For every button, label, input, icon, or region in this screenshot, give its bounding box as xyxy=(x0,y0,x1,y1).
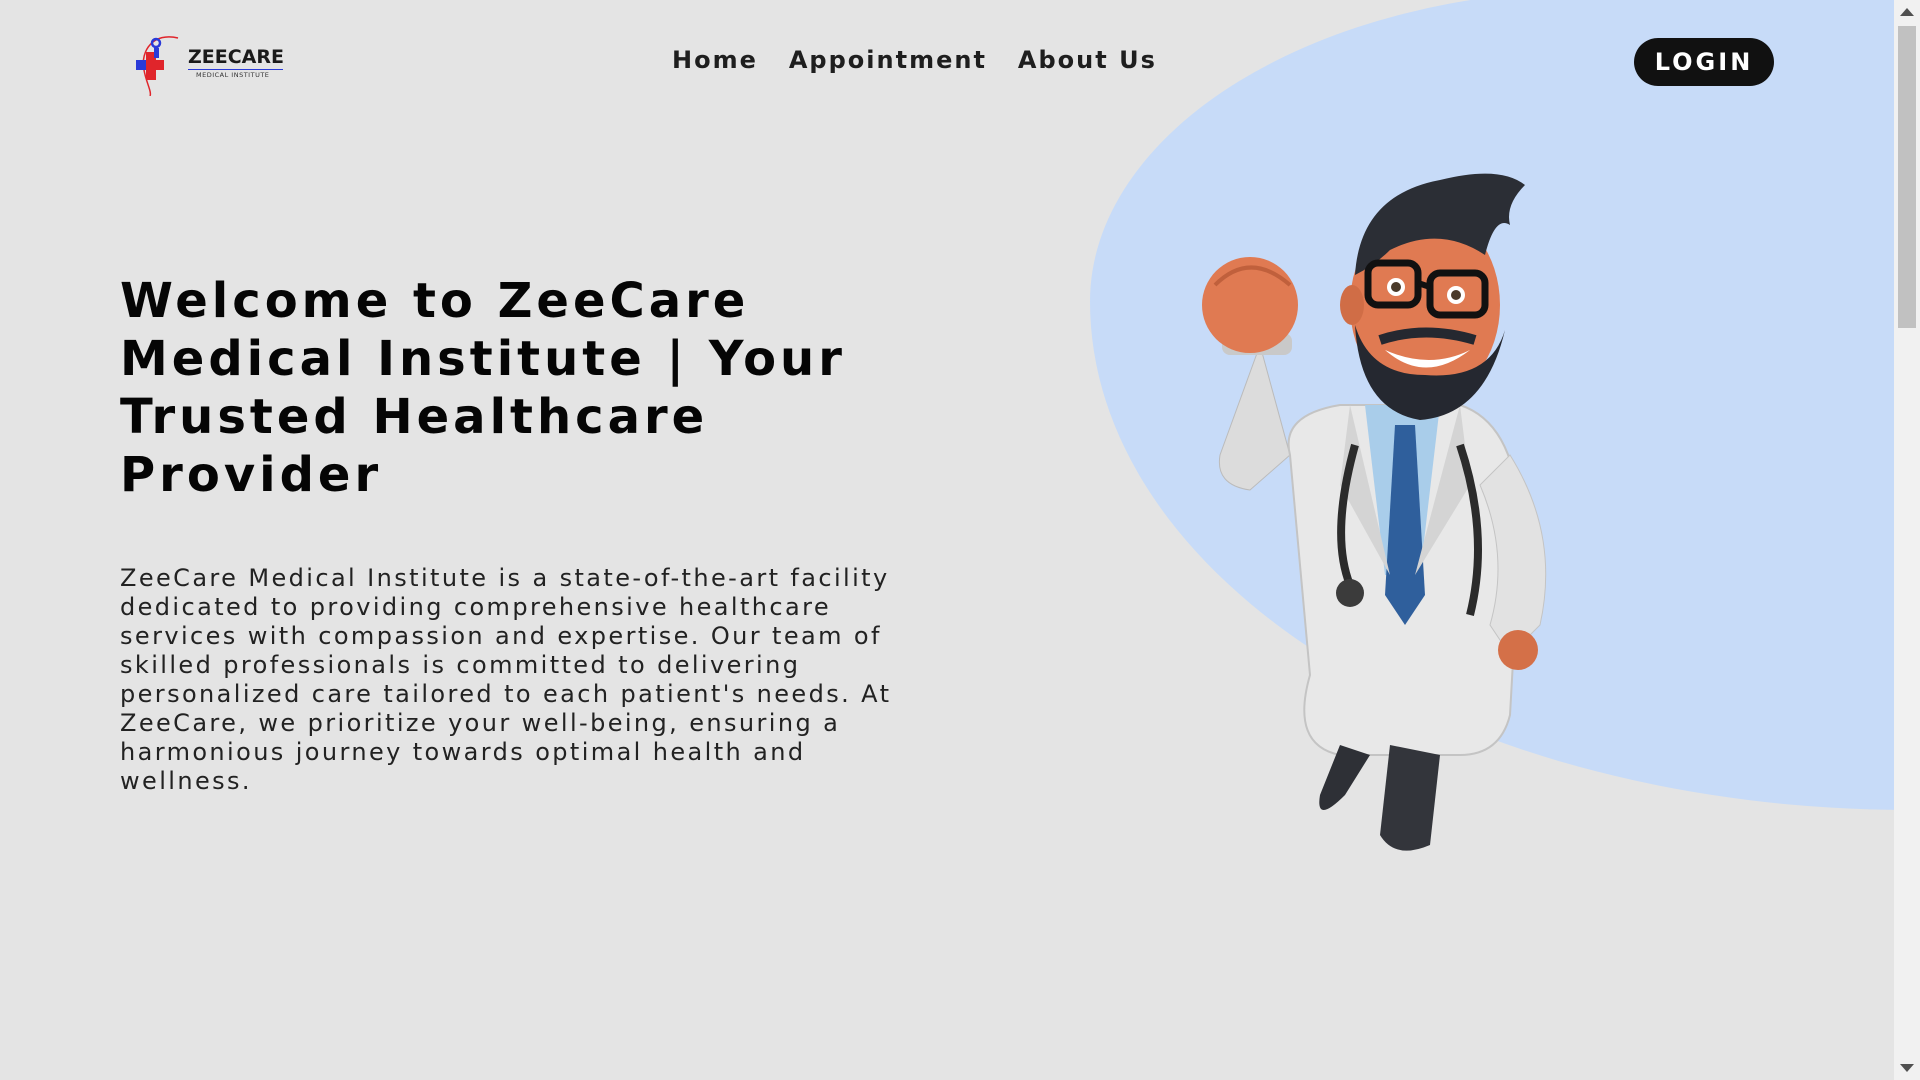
scrollbar-thumb[interactable] xyxy=(1898,26,1916,328)
scroll-up-arrow-icon[interactable] xyxy=(1900,8,1914,16)
logo[interactable]: ZEECARE MEDICAL INSTITUTE xyxy=(134,30,294,96)
nav-link-appointment[interactable]: Appointment xyxy=(789,46,987,74)
login-button[interactable]: LOGIN xyxy=(1634,38,1774,86)
nav-link-about-us[interactable]: About Us xyxy=(1018,46,1157,74)
logo-underline xyxy=(188,69,283,70)
medical-cross-logo-icon xyxy=(136,36,179,96)
nav-link-home[interactable]: Home xyxy=(672,46,758,74)
logo-subtitle: MEDICAL INSTITUTE xyxy=(196,71,270,79)
logo-title: ZEECARE xyxy=(188,46,284,68)
hero-description: ZeeCare Medical Institute is a state-of-… xyxy=(120,564,892,795)
main-nav: Home Appointment About Us xyxy=(672,46,1157,74)
cartoon-doctor-illustration xyxy=(1202,173,1547,851)
scroll-down-arrow-icon[interactable] xyxy=(1900,1064,1914,1072)
hero-title: Welcome to ZeeCare Medical Institute | Y… xyxy=(120,273,846,503)
